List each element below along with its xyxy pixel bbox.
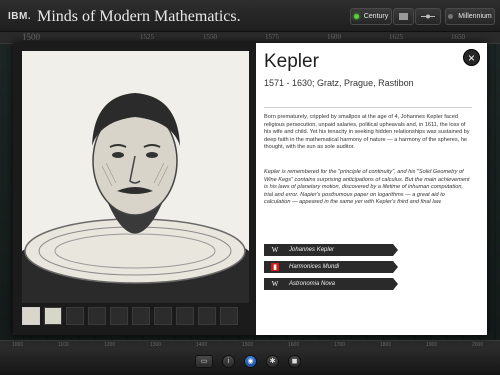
divider [264,107,472,108]
thumbnail-empty [66,307,84,325]
link-label: Johannes Kepler [289,247,335,253]
timeline-year: 1400 [196,342,208,348]
wikipedia-icon: W [271,246,279,254]
timeline-year: 1700 [334,342,346,348]
century-toggle[interactable]: Century [350,8,392,25]
keyboard-button[interactable]: ▭ [195,355,213,368]
app-title-text: Minds of Modern Mathematics. [37,8,241,25]
network-icon [421,14,435,19]
timeline-year: 1550 [203,33,217,41]
millennium-toggle[interactable]: Millennium [445,8,495,25]
reference-links: W Johannes Kepler ▮ Harmonices Mundi W A… [264,244,398,295]
timeline-year: 1600 [288,342,300,348]
square-button[interactable]: ◼ [288,355,301,368]
link-johannes-kepler[interactable]: W Johannes Kepler [264,244,398,256]
timeline-year: 1500 [242,342,254,348]
ibm-logo: IBM. [8,11,32,22]
timeline-year: 1625 [389,33,403,41]
eye-button[interactable]: ◉ [244,355,257,368]
grid-view-button[interactable] [393,8,414,25]
timeline-year: 1900 [426,342,438,348]
legacy-text: Kepler is remembered for the "principle … [264,169,470,206]
wikipedia-icon: W [271,280,279,288]
thumbnail-empty [110,307,128,325]
bottom-toolbar: ▭ i ◉ ✱ ◼ [0,350,500,375]
portrait-engraving-icon [22,51,249,303]
timeline-year: 1200 [104,342,116,348]
mathematician-dates: 1571 - 1630; Gratz, Prague, Rastibon [264,78,414,88]
thumbnail-empty [154,307,172,325]
biography-text: Born prematurely, crippled by smallpox a… [264,114,470,151]
book-icon: ▮ [271,263,279,271]
app-title: IBM. Minds of Modern Mathematics. [8,8,241,26]
image-thumbnail-strip [22,307,249,325]
top-bar: IBM. Minds of Modern Mathematics. Century… [0,0,500,32]
mathematician-name: Kepler [264,51,319,72]
link-astronomia-nova[interactable]: W Astronomia Nova [264,278,398,290]
close-button[interactable]: × [463,49,480,66]
thumbnail-empty [132,307,150,325]
timeline-ruler-bottom[interactable]: 1000 1100 1200 1300 1400 1500 1600 1700 … [0,340,500,350]
century-label: Century [363,13,389,20]
timeline-year: 1650 [451,33,465,41]
inactive-indicator-icon [448,14,454,19]
link-label: Astronomia Nova [289,281,336,287]
timeline-year: 1500 [22,32,40,42]
mathematician-detail-panel: × Kepler 1571 - 1630; Gratz, Prague, Ras… [13,43,487,335]
timeline-year: 1600 [327,33,341,41]
timeline-year: 1100 [58,342,69,348]
gear-button[interactable]: ✱ [266,355,279,368]
thumbnail-portrait[interactable] [22,307,40,325]
thumbnail-empty [176,307,194,325]
grid-icon [399,13,408,20]
app-window: IBM. Minds of Modern Mathematics. Century… [0,0,500,375]
timeline-year: 2000 [472,342,484,348]
network-view-button[interactable] [415,8,441,25]
millennium-label: Millennium [458,13,492,20]
link-label: Harmonices Mundi [289,264,340,270]
link-harmonices-mundi[interactable]: ▮ Harmonices Mundi [264,261,398,273]
timeline-year: 1800 [380,342,392,348]
active-indicator-icon [353,14,359,19]
timeline-year: 1000 [12,342,24,348]
thumbnail-diagram[interactable] [44,307,62,325]
timeline-year: 1300 [150,342,162,348]
timeline-year: 1525 [140,33,154,41]
image-pane [13,43,256,335]
thumbnail-empty [220,307,238,325]
text-pane: × Kepler 1571 - 1630; Gratz, Prague, Ras… [256,43,487,335]
kepler-portrait-image [22,51,249,303]
thumbnail-empty [198,307,216,325]
timeline-year: 1575 [265,33,279,41]
info-button[interactable]: i [222,355,235,368]
thumbnail-empty [88,307,106,325]
